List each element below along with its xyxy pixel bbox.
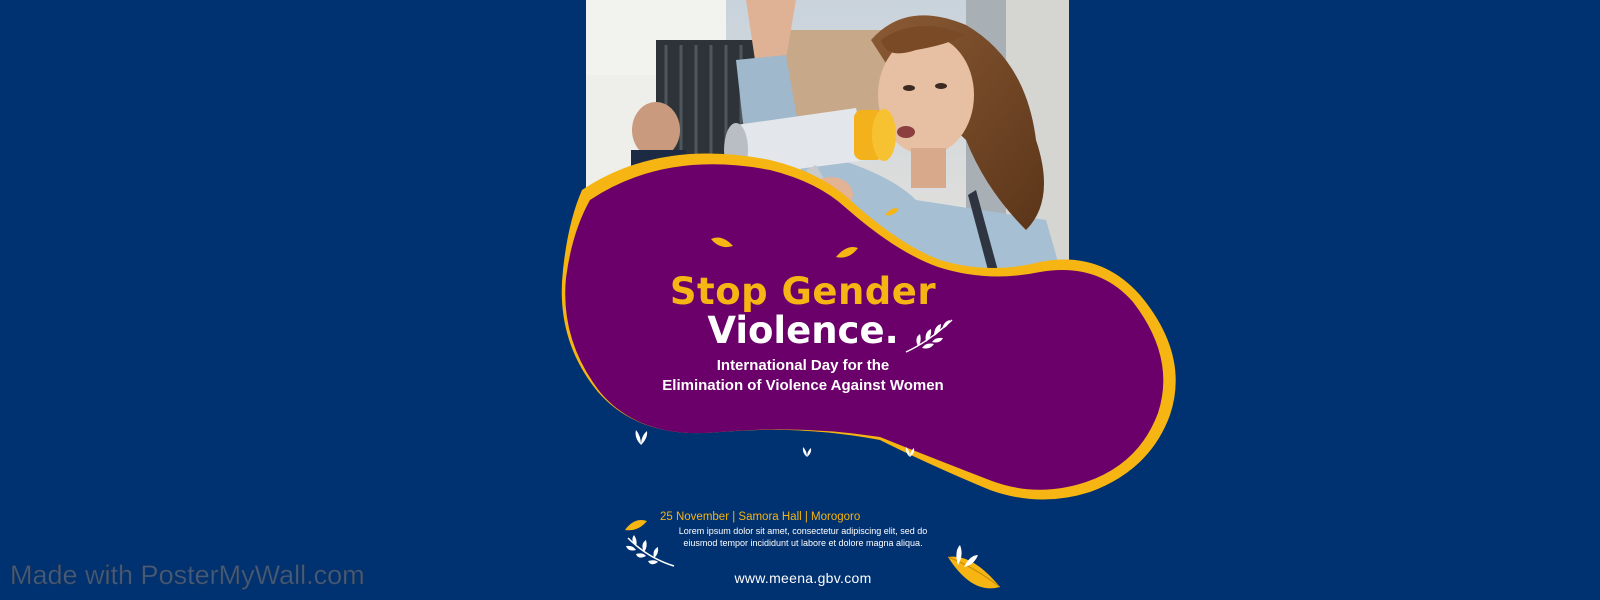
white-leaf-icon	[802, 447, 812, 457]
white-leaf-icon	[905, 447, 915, 457]
description-line2: eiusmod tempor incididunt ut labore et d…	[683, 538, 923, 548]
watermark: Made with PosterMyWall.com	[10, 560, 365, 591]
yellow-leaf-icon	[625, 520, 647, 531]
event-description: Lorem ipsum dolor sit amet, consectetur …	[646, 525, 960, 549]
leaf-cluster-icon	[947, 545, 1001, 589]
subtitle-line1: International Day for the	[716, 357, 890, 374]
subtitle-line2: Elimination of Violence Against Women	[662, 377, 944, 394]
poster-title-line1: Stop Gender	[669, 270, 937, 313]
poster-title-line2: Violence.	[707, 309, 899, 352]
website-url: www.meena.gbv.com	[734, 570, 872, 586]
yellow-leaf-icon	[885, 208, 899, 216]
event-info: 25 November | Samora Hall | Morogoro	[660, 511, 861, 523]
description-line1: Lorem ipsum dolor sit amet, consectetur …	[678, 526, 928, 536]
yellow-leaf-icon	[711, 237, 733, 248]
white-leaf-icon	[635, 430, 648, 445]
poster: Stop Gender Violence. International Day …	[0, 0, 1600, 600]
yellow-leaf-icon	[836, 247, 858, 258]
